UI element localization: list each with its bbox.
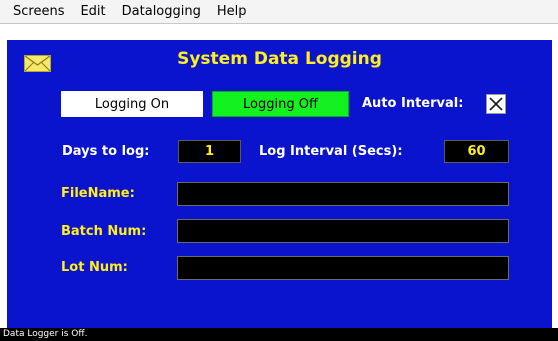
page-title: System Data Logging bbox=[177, 49, 382, 69]
checkbox-x-icon bbox=[489, 97, 503, 111]
menu-help[interactable]: Help bbox=[210, 2, 254, 21]
filename-label: FileName: bbox=[61, 186, 135, 201]
menu-datalogging[interactable]: Datalogging bbox=[115, 2, 208, 21]
status-bar: Data Logger is Off. bbox=[0, 328, 558, 341]
log-interval-label: Log Interval (Secs): bbox=[259, 144, 403, 159]
logging-off-button[interactable]: Logging Off bbox=[212, 91, 349, 117]
days-to-log-field[interactable]: 1 bbox=[178, 140, 241, 163]
menu-edit[interactable]: Edit bbox=[73, 2, 112, 21]
filename-field[interactable] bbox=[177, 182, 509, 206]
auto-interval-label: Auto Interval: bbox=[362, 96, 464, 111]
batch-num-label: Batch Num: bbox=[61, 224, 147, 239]
data-logging-panel: System Data Logging Logging On Logging O… bbox=[7, 40, 552, 328]
days-to-log-label: Days to log: bbox=[62, 144, 150, 159]
log-interval-field[interactable]: 60 bbox=[444, 140, 509, 163]
menu-screens[interactable]: Screens bbox=[6, 2, 71, 21]
lot-num-label: Lot Num: bbox=[61, 260, 128, 275]
logging-on-button[interactable]: Logging On bbox=[61, 91, 203, 117]
lot-num-field[interactable] bbox=[177, 256, 509, 280]
batch-num-field[interactable] bbox=[177, 219, 509, 243]
auto-interval-checkbox[interactable] bbox=[486, 94, 506, 114]
menu-bar: Screens Edit Datalogging Help bbox=[0, 0, 558, 24]
